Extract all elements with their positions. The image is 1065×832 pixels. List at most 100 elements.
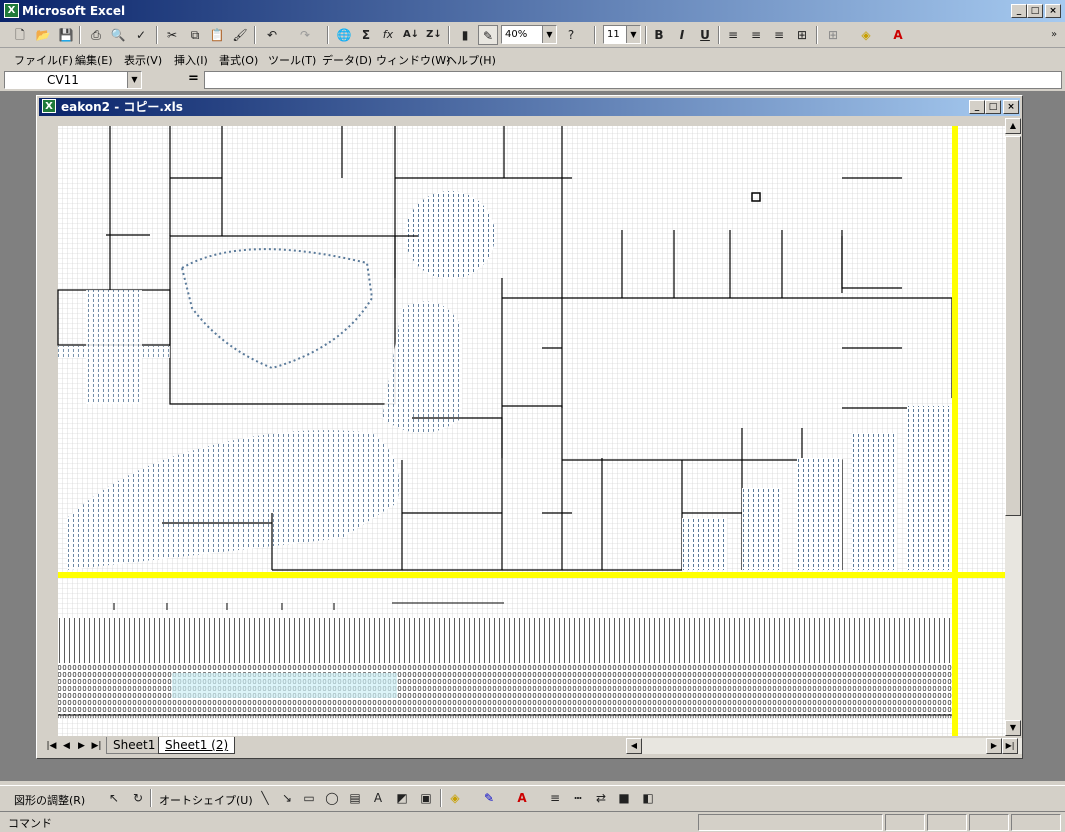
close-button[interactable]: ×	[1045, 4, 1061, 18]
rectangle-tool-icon[interactable]: ▭	[299, 788, 319, 808]
line-style-icon[interactable]: ≡	[545, 788, 565, 808]
cut-icon[interactable]: ✂	[162, 25, 182, 45]
vertical-scrollbar[interactable]: ▲ ▼	[1005, 118, 1021, 736]
open-folder-icon[interactable]: 📂	[33, 25, 53, 45]
tab-sheet1-2[interactable]: Sheet1 (2)	[158, 737, 236, 754]
arrow-tool-icon[interactable]: ↘	[277, 788, 297, 808]
yellow-guide-vertical	[952, 126, 958, 736]
fill-color-icon[interactable]: ◈	[856, 25, 876, 45]
menu-insert[interactable]: 挿入(I)	[174, 52, 208, 68]
clipart-icon[interactable]: ◩	[392, 788, 412, 808]
bold-button[interactable]: B	[649, 25, 669, 45]
free-rotate-icon[interactable]: ↻	[128, 788, 148, 808]
italic-button[interactable]: I	[672, 25, 692, 45]
font-color-icon[interactable]: A	[512, 788, 532, 808]
tab-sheet1[interactable]: Sheet1	[106, 737, 163, 754]
menu-help[interactable]: ヘルプ(H)	[446, 52, 496, 68]
toolbar-separator	[156, 26, 158, 44]
picture-icon[interactable]: ▣	[416, 788, 436, 808]
menu-view[interactable]: 表示(V)	[124, 52, 162, 68]
format-painter-icon[interactable]: 🖌	[230, 25, 250, 45]
scroll-left-icon[interactable]: ◀	[626, 738, 642, 754]
autosum-icon[interactable]: Σ	[356, 25, 376, 45]
first-sheet-icon[interactable]: |◀	[44, 739, 59, 753]
status-panel	[1011, 814, 1061, 831]
function-icon[interactable]: fx	[378, 25, 398, 45]
maximize-button[interactable]: □	[1027, 4, 1043, 18]
workbook-maximize-button[interactable]: □	[985, 100, 1001, 114]
line-color-icon[interactable]: ✎	[479, 788, 499, 808]
fill-color-icon[interactable]: ◈	[445, 788, 465, 808]
print-icon[interactable]: ⎙	[86, 25, 106, 45]
line-tool-icon[interactable]: ╲	[255, 788, 275, 808]
menu-window[interactable]: ウィンドウ(W)	[376, 52, 450, 68]
chart-wizard-icon[interactable]: ▮	[455, 25, 475, 45]
underline-button[interactable]: U	[695, 25, 715, 45]
autoshape-menu[interactable]: オートシェイプ(U)	[159, 792, 253, 808]
scroll-down-icon[interactable]: ▼	[1005, 720, 1021, 736]
drawing-toggle-icon[interactable]: ✎	[478, 25, 498, 45]
borders-icon[interactable]: ⊞	[823, 25, 843, 45]
textbox-tool-icon[interactable]: ▤	[345, 788, 365, 808]
3d-icon[interactable]: ◧	[638, 788, 658, 808]
undo-icon[interactable]: ↶	[262, 25, 282, 45]
vertical-scroll-thumb[interactable]	[1005, 136, 1021, 516]
last-sheet-icon[interactable]: ▶|	[89, 739, 104, 753]
formula-input[interactable]	[204, 71, 1062, 89]
font-color-icon[interactable]: A	[888, 25, 908, 45]
align-right-icon[interactable]: ≡	[769, 25, 789, 45]
hyperlink-icon[interactable]: 🌐	[334, 25, 354, 45]
sort-ascending-icon[interactable]: A↓	[401, 25, 421, 45]
align-center-icon[interactable]: ≡	[746, 25, 766, 45]
align-left-icon[interactable]: ≡	[723, 25, 743, 45]
menu-edit[interactable]: 編集(E)	[75, 52, 113, 68]
select-objects-icon[interactable]: ↖	[104, 788, 124, 808]
worksheet-grid[interactable]	[42, 118, 1005, 736]
formula-bar: CV11 ▼ =	[0, 70, 1065, 90]
redo-icon[interactable]: ↷	[295, 25, 315, 45]
shadow-icon[interactable]: ■	[614, 788, 634, 808]
merge-center-icon[interactable]: ⊞	[792, 25, 812, 45]
zoom-select[interactable]: 40% ▼	[501, 25, 557, 44]
copy-icon[interactable]: ⧉	[185, 25, 205, 45]
menu-tools[interactable]: ツール(T)	[268, 52, 316, 68]
wordart-icon[interactable]: A	[368, 788, 388, 808]
workbook-close-button[interactable]: ×	[1003, 100, 1019, 114]
scroll-right-end-icon[interactable]: ▶|	[1002, 738, 1018, 754]
toolbar-overflow-icon[interactable]: »	[1044, 25, 1064, 45]
oval-tool-icon[interactable]: ◯	[322, 788, 342, 808]
workbook-title-bar: X eakon2 - コピー.xls _ □ ×	[39, 98, 1020, 116]
column-headers[interactable]	[42, 118, 1005, 126]
prev-sheet-icon[interactable]: ◀	[59, 739, 74, 753]
save-icon[interactable]: 💾	[56, 25, 76, 45]
menu-data[interactable]: データ(D)	[322, 52, 372, 68]
spelling-icon[interactable]: ✓	[131, 25, 151, 45]
excel-app-icon[interactable]: X	[4, 3, 19, 18]
paste-icon[interactable]: 📋	[207, 25, 227, 45]
chevron-down-icon[interactable]: ▼	[626, 26, 640, 43]
next-sheet-icon[interactable]: ▶	[74, 739, 89, 753]
help-icon[interactable]: ?	[561, 25, 581, 45]
minimize-button[interactable]: _	[1011, 4, 1027, 18]
row-headers[interactable]	[42, 118, 58, 736]
workbook-minimize-button[interactable]: _	[969, 100, 985, 114]
new-file-icon[interactable]: 🗋	[10, 25, 30, 45]
chevron-down-icon[interactable]: ▼	[127, 72, 141, 88]
sort-descending-icon[interactable]: Z↓	[424, 25, 444, 45]
arrow-style-icon[interactable]: ⇄	[591, 788, 611, 808]
draw-adjust-menu[interactable]: 図形の調整(R)	[14, 792, 85, 808]
dash-style-icon[interactable]: ┅	[568, 788, 588, 808]
status-panel	[698, 814, 883, 831]
scroll-right-icon[interactable]: ▶	[986, 738, 1002, 754]
font-size-select[interactable]: 11 ▼	[603, 25, 641, 44]
print-preview-icon[interactable]: 🔍	[108, 25, 128, 45]
menu-file[interactable]: ファイル(F)	[14, 52, 73, 68]
workbook-icon[interactable]: X	[42, 99, 56, 113]
menu-format[interactable]: 書式(O)	[219, 52, 258, 68]
horizontal-scrollbar[interactable]: ◀ ▶ ▶|	[626, 738, 1022, 754]
status-panel	[927, 814, 967, 831]
name-box[interactable]: CV11 ▼	[4, 71, 142, 89]
app-title: Microsoft Excel	[22, 4, 126, 18]
scroll-up-icon[interactable]: ▲	[1005, 118, 1021, 134]
chevron-down-icon[interactable]: ▼	[542, 26, 556, 43]
